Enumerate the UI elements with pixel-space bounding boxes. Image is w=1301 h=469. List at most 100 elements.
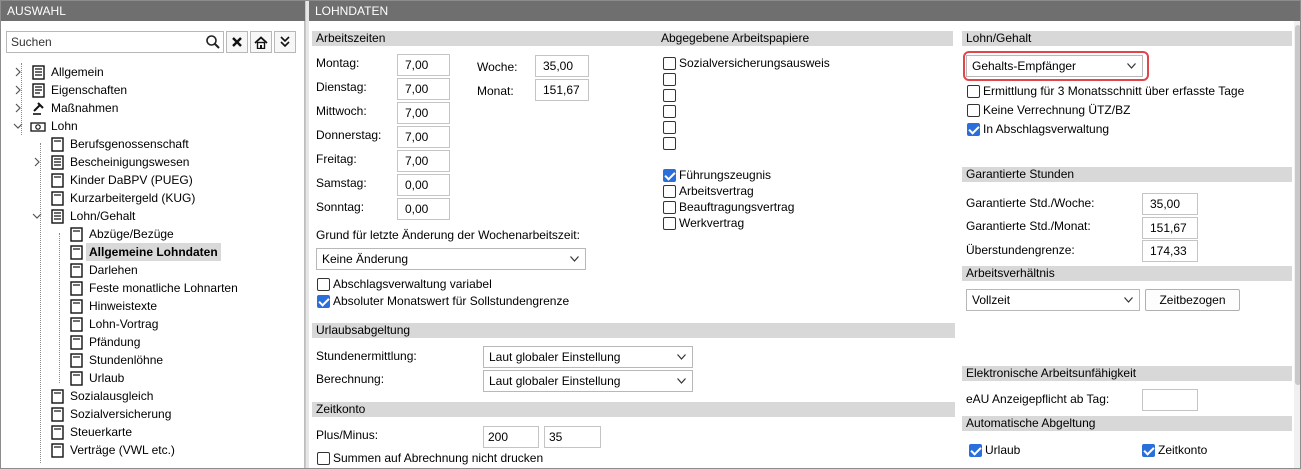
chevron-right-icon[interactable] bbox=[13, 85, 23, 95]
tree-label: Lohn bbox=[51, 119, 78, 133]
label-dienstag: Dienstag: bbox=[316, 80, 367, 94]
field-garantiert-woche[interactable]: 35,00 bbox=[1142, 193, 1198, 215]
berechnung-select[interactable]: Laut globaler Einstellung bbox=[483, 370, 693, 392]
checkbox-absoluter-monatswert[interactable] bbox=[317, 295, 330, 308]
document-icon bbox=[70, 317, 83, 332]
tree-label: Kurzarbeitergeld (KUG) bbox=[70, 191, 196, 205]
chevron-down-icon bbox=[570, 256, 579, 262]
money-icon bbox=[30, 122, 46, 132]
label-in-abschlagsverwaltung: In Abschlagsverwaltung bbox=[983, 122, 1110, 136]
field-montag[interactable]: 7,00 bbox=[397, 54, 450, 76]
select-value: Laut globaler Einstellung bbox=[489, 350, 621, 364]
field-plus-minus-2[interactable]: 35 bbox=[544, 426, 601, 448]
chevron-right-icon[interactable] bbox=[13, 103, 23, 113]
label-ueberstundengrenze: Überstundengrenze: bbox=[966, 243, 1075, 257]
label-mittwoch: Mittwoch: bbox=[316, 104, 367, 118]
label-garantiert-woche: Garantierte Std./Woche: bbox=[966, 196, 1095, 210]
label-ermittlung-monatsschnitt: Ermittlung für 3 Monatsschnitt über erfa… bbox=[983, 84, 1245, 98]
grund-select[interactable]: Keine Änderung bbox=[316, 248, 586, 270]
clear-button[interactable] bbox=[226, 31, 248, 53]
tree-label: Stundenlöhne bbox=[89, 353, 164, 367]
field-donnerstag[interactable]: 7,00 bbox=[397, 126, 450, 148]
field-monat[interactable]: 151,67 bbox=[535, 79, 589, 101]
tree-label: Steuerkarte bbox=[70, 425, 133, 439]
section-title: Urlaubsabgeltung bbox=[316, 323, 411, 337]
label-summen-nicht-drucken: Summen auf Abrechnung nicht drucken bbox=[333, 451, 544, 465]
zeitbezogen-button[interactable]: Zeitbezogen bbox=[1145, 289, 1240, 311]
auswahl-title: AUSWAHL bbox=[7, 4, 66, 18]
lohndaten-header: LOHNDATEN bbox=[309, 1, 1300, 21]
eau-header: Elektronische Arbeitsunfähigkeit bbox=[962, 366, 1292, 381]
label-beauftragungsvertrag: Beauftragungsvertrag bbox=[679, 200, 795, 214]
document-icon bbox=[70, 335, 83, 350]
label-auto-zeitkonto: Zeitkonto bbox=[1158, 443, 1208, 457]
checkbox-papier-leer-1[interactable] bbox=[663, 73, 676, 86]
checkbox-arbeitsvertrag[interactable] bbox=[663, 185, 676, 198]
label-fuehrungszeugnis: Führungszeugnis bbox=[679, 168, 772, 182]
home-button[interactable] bbox=[250, 31, 272, 53]
lohndaten-title: LOHNDATEN bbox=[315, 4, 389, 18]
arbeitsverhaeltnis-select[interactable]: Vollzeit bbox=[966, 289, 1140, 311]
chevron-right-icon[interactable] bbox=[32, 157, 42, 167]
checkbox-abschlagsverwaltung-variabel[interactable] bbox=[317, 278, 330, 291]
field-dienstag[interactable]: 7,00 bbox=[397, 78, 450, 100]
document-icon bbox=[70, 263, 83, 278]
document-icon bbox=[51, 443, 64, 458]
tree-label: Bescheinigungswesen bbox=[70, 155, 190, 169]
field-samstag[interactable]: 0,00 bbox=[397, 174, 450, 196]
document-icon bbox=[70, 371, 83, 386]
checkbox-beauftragungsvertrag[interactable] bbox=[663, 201, 676, 214]
label-eau: eAU Anzeigepflicht ab Tag: bbox=[966, 392, 1110, 406]
checkbox-sozialversicherungsausweis[interactable] bbox=[663, 57, 676, 70]
field-garantiert-monat[interactable]: 151,67 bbox=[1142, 217, 1198, 239]
field-plus-minus-1[interactable]: 200 bbox=[483, 426, 539, 448]
tree-label: Allgemeine Lohndaten bbox=[86, 243, 221, 261]
vertical-scrollbar[interactable] bbox=[1294, 21, 1300, 468]
section-title: Garantierte Stunden bbox=[966, 167, 1075, 181]
checkbox-papier-leer-2[interactable] bbox=[663, 89, 676, 102]
chevron-right-icon[interactable] bbox=[13, 67, 23, 77]
collapse-all-button[interactable] bbox=[274, 31, 296, 53]
field-sonntag[interactable]: 0,00 bbox=[397, 198, 450, 220]
section-title: Abgegebene Arbeitspapiere bbox=[661, 31, 810, 45]
checkbox-summen-nicht-drucken[interactable] bbox=[317, 452, 330, 465]
search-input[interactable] bbox=[7, 32, 197, 52]
checkbox-papier-leer-5[interactable] bbox=[663, 137, 676, 150]
field-woche[interactable]: 35,00 bbox=[535, 55, 589, 77]
search-box bbox=[6, 31, 224, 53]
lohn-gehalt-select[interactable]: Gehalts-Empfänger bbox=[966, 55, 1143, 77]
checkbox-fuehrungszeugnis[interactable] bbox=[663, 169, 676, 182]
panel-splitter[interactable] bbox=[305, 1, 309, 468]
lohn-gehalt-header: Lohn/Gehalt bbox=[962, 31, 1292, 46]
label-plus-minus: Plus/Minus: bbox=[316, 428, 379, 442]
garantierte-stunden-header: Garantierte Stunden bbox=[962, 167, 1292, 182]
tree-label: Darlehen bbox=[89, 263, 138, 277]
stundenermittlung-select[interactable]: Laut globaler Einstellung bbox=[483, 346, 693, 368]
checkbox-keine-verrechnung[interactable] bbox=[967, 104, 980, 117]
field-freitag[interactable]: 7,00 bbox=[397, 150, 450, 172]
field-ueberstundengrenze[interactable]: 174,33 bbox=[1142, 240, 1198, 262]
section-title: Arbeitsverhältnis bbox=[966, 266, 1055, 280]
checkbox-ermittlung-monatsschnitt[interactable] bbox=[967, 85, 980, 98]
field-mittwoch[interactable]: 7,00 bbox=[397, 102, 450, 124]
document-icon bbox=[70, 299, 83, 314]
checkbox-auto-urlaub[interactable] bbox=[969, 444, 982, 457]
section-title: Lohn/Gehalt bbox=[966, 31, 1032, 45]
scrollbar-thumb[interactable] bbox=[1295, 25, 1300, 385]
checkbox-werkvertrag[interactable] bbox=[663, 217, 676, 230]
select-value: Gehalts-Empfänger bbox=[972, 59, 1077, 73]
checkbox-auto-zeitkonto[interactable] bbox=[1142, 444, 1155, 457]
chevron-down-icon[interactable] bbox=[32, 211, 42, 221]
checkbox-in-abschlagsverwaltung[interactable] bbox=[967, 123, 980, 136]
label-donnerstag: Donnerstag: bbox=[316, 128, 382, 142]
label-montag: Montag: bbox=[316, 56, 360, 70]
checkbox-papier-leer-4[interactable] bbox=[663, 121, 676, 134]
search-icon[interactable] bbox=[205, 34, 221, 50]
label-sonntag: Sonntag: bbox=[316, 200, 365, 214]
field-eau[interactable] bbox=[1142, 389, 1198, 411]
checkbox-papier-leer-3[interactable] bbox=[663, 105, 676, 118]
label-sozialversicherungsausweis: Sozialversicherungsausweis bbox=[679, 56, 830, 70]
chevron-down-icon[interactable] bbox=[13, 121, 23, 131]
select-value: Vollzeit bbox=[972, 293, 1011, 307]
chevron-down-icon bbox=[677, 354, 686, 360]
